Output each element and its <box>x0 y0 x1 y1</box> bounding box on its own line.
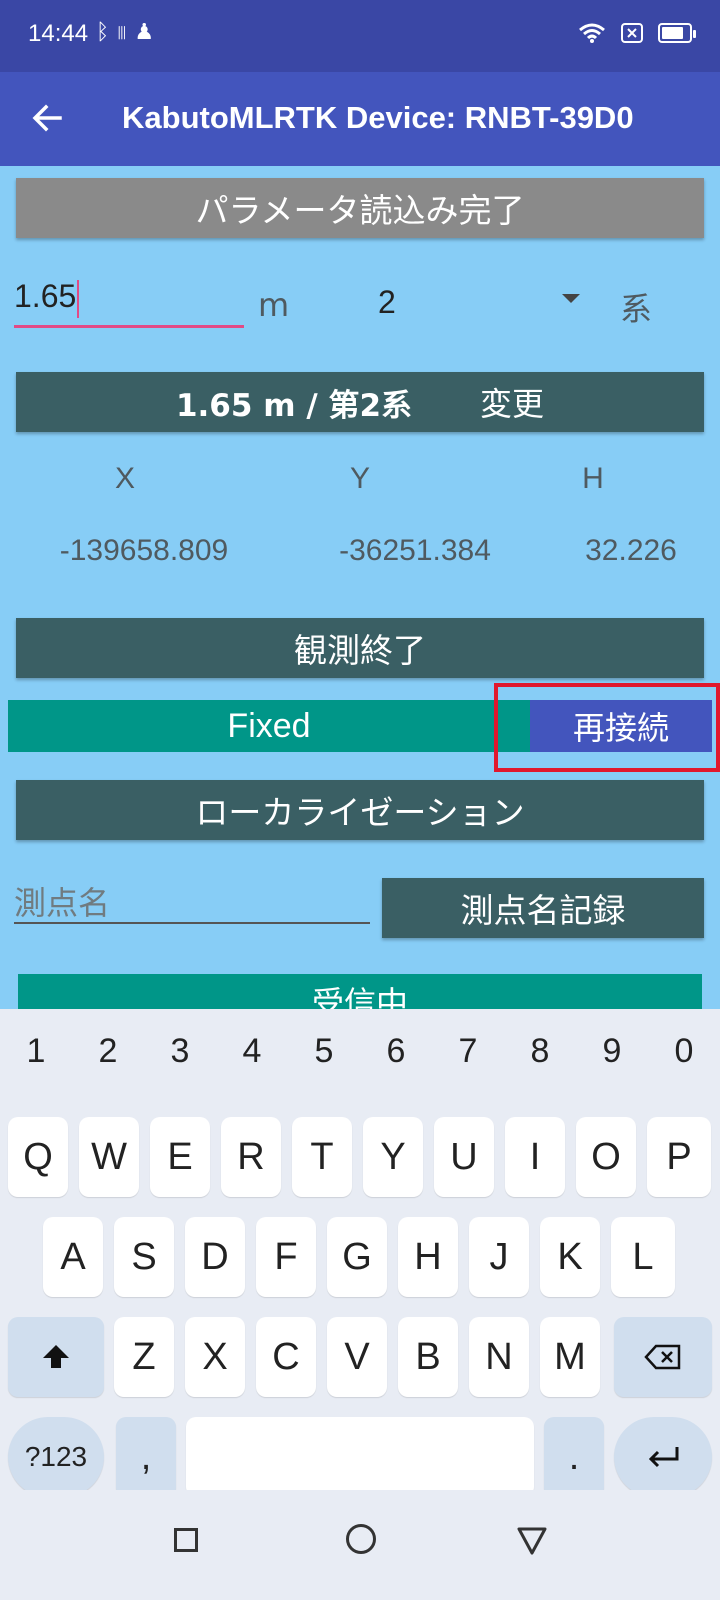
key-b[interactable]: B <box>398 1317 458 1397</box>
key-e[interactable]: E <box>150 1117 210 1197</box>
enter-icon <box>648 1447 679 1468</box>
coord-y-value: -36251.384 <box>339 534 491 567</box>
key-u[interactable]: U <box>434 1117 494 1197</box>
coord-h-value: 32.226 <box>585 534 677 567</box>
key-2[interactable]: 2 <box>99 1032 118 1071</box>
main-content: パラメータ読込み完了 1.65 m 2 系 1.65 m / 第2系 変更 X … <box>0 166 720 1009</box>
key-d[interactable]: D <box>185 1217 245 1297</box>
period-key[interactable]: . <box>544 1417 604 1497</box>
key-6[interactable]: 6 <box>387 1032 406 1071</box>
app-bar: KabutoMLRTK Device: RNBT-39D0 <box>0 72 720 166</box>
end-observation-button[interactable]: 観測終了 <box>16 618 704 678</box>
status-left-icons: ᛒ⫴♟ <box>96 20 160 45</box>
key-7[interactable]: 7 <box>459 1032 478 1071</box>
station-name-input[interactable]: 測点名 <box>14 866 370 924</box>
key-n[interactable]: N <box>469 1317 529 1397</box>
key-5[interactable]: 5 <box>315 1032 334 1071</box>
symbols-key[interactable]: ?123 <box>8 1417 104 1497</box>
axis-label-h: H <box>582 462 604 495</box>
keyhole-icon: ♟ <box>134 20 161 45</box>
axis-label-x: X <box>114 462 135 495</box>
key-r[interactable]: R <box>221 1117 281 1197</box>
change-settings-summary: 1.65 m / 第2系 <box>175 387 413 424</box>
status-bar: 14:44 ᛒ⫴♟ <box>0 0 720 72</box>
key-g[interactable]: G <box>327 1217 387 1297</box>
key-y[interactable]: Y <box>363 1117 423 1197</box>
change-settings-button[interactable]: 1.65 m / 第2系 変更 <box>16 372 704 432</box>
status-time: 14:44 <box>28 20 89 47</box>
recents-square-icon[interactable] <box>174 1528 198 1552</box>
key-h[interactable]: H <box>398 1217 458 1297</box>
back-triangle-icon[interactable] <box>516 1526 548 1556</box>
key-q[interactable]: Q <box>8 1117 68 1197</box>
comma-key[interactable]: , <box>116 1417 176 1497</box>
key-c[interactable]: C <box>256 1317 316 1397</box>
vibrate-icon: ⫴ <box>115 20 135 45</box>
soft-keyboard: 1 2 3 4 5 6 7 8 9 0 Q W E R T Y U I O P … <box>0 1009 720 1497</box>
no-sim-icon <box>621 23 643 43</box>
key-m[interactable]: M <box>540 1317 600 1397</box>
app-title: KabutoMLRTK Device: RNBT-39D0 <box>122 100 634 135</box>
height-unit-label: m <box>258 286 290 324</box>
receiving-status-bar: 受信中 <box>18 974 702 1009</box>
highlight-box <box>494 683 720 772</box>
backspace-key[interactable] <box>614 1317 712 1397</box>
key-3[interactable]: 3 <box>171 1032 190 1071</box>
shift-icon <box>43 1345 69 1368</box>
key-v[interactable]: V <box>327 1317 387 1397</box>
key-o[interactable]: O <box>576 1117 636 1197</box>
backspace-icon <box>644 1344 681 1370</box>
key-a[interactable]: A <box>43 1217 103 1297</box>
zone-select[interactable]: 2 <box>378 284 396 321</box>
key-p[interactable]: P <box>647 1117 711 1197</box>
enter-key[interactable] <box>614 1417 712 1497</box>
axis-label-y: Y <box>349 462 370 495</box>
status-right-icons <box>578 22 696 44</box>
bluetooth-icon: ᛒ <box>96 20 116 45</box>
key-1[interactable]: 1 <box>27 1032 46 1071</box>
key-j[interactable]: J <box>469 1217 529 1297</box>
key-s[interactable]: S <box>114 1217 174 1297</box>
dropdown-arrow-icon[interactable] <box>562 294 580 303</box>
battery-icon <box>658 23 696 43</box>
change-settings-action: 変更 <box>480 385 545 423</box>
key-k[interactable]: K <box>540 1217 600 1297</box>
home-circle-icon[interactable] <box>346 1524 376 1554</box>
key-9[interactable]: 9 <box>603 1032 622 1071</box>
param-load-button[interactable]: パラメータ読込み完了 <box>16 178 704 238</box>
text-caret <box>77 279 80 318</box>
key-8[interactable]: 8 <box>531 1032 550 1071</box>
key-z[interactable]: Z <box>114 1317 174 1397</box>
key-w[interactable]: W <box>79 1117 139 1197</box>
number-row: 1 2 3 4 5 6 7 8 9 0 <box>0 1019 720 1083</box>
antenna-height-value: 1.65 <box>14 278 77 314</box>
localization-button[interactable]: ローカライゼーション <box>16 780 704 840</box>
key-x[interactable]: X <box>185 1317 245 1397</box>
shift-key[interactable] <box>8 1317 104 1397</box>
key-f[interactable]: F <box>256 1217 316 1297</box>
key-l[interactable]: L <box>611 1217 675 1297</box>
antenna-height-input[interactable]: 1.65 <box>14 268 244 328</box>
fix-status-bar: Fixed <box>8 700 530 752</box>
coord-x-value: -139658.809 <box>59 534 229 567</box>
wifi-icon <box>579 23 605 43</box>
arrow-left-icon[interactable] <box>28 98 68 145</box>
key-t[interactable]: T <box>292 1117 352 1197</box>
key-0[interactable]: 0 <box>675 1032 694 1071</box>
record-station-button[interactable]: 測点名記録 <box>382 878 704 938</box>
key-i[interactable]: I <box>505 1117 565 1197</box>
space-key[interactable] <box>186 1417 534 1497</box>
system-nav-bar <box>0 1490 720 1600</box>
key-4[interactable]: 4 <box>243 1032 262 1071</box>
zone-suffix-label: 系 <box>620 290 653 328</box>
